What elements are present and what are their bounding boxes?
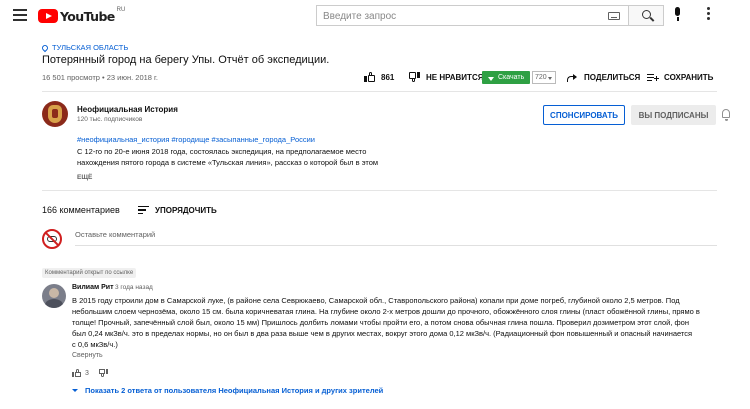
like-count: 861 xyxy=(381,72,395,82)
comment-text-line: был 0,24 мкЗв/ч. это в пределах нормы, н… xyxy=(72,329,693,338)
subscriber-count: 120 тыс. подписчиков xyxy=(77,116,143,123)
location-label: ТУЛЬСКАЯ ОБЛАСТЬ xyxy=(52,43,129,52)
comment-text-line: толще! Прочный, запечённый слой был, око… xyxy=(72,318,689,327)
menu-icon[interactable] xyxy=(13,9,27,21)
youtube-logo[interactable]: YouTube RU xyxy=(38,7,126,24)
share-label: ПОДЕЛИТЬСЯ xyxy=(584,72,641,82)
bell-icon[interactable] xyxy=(722,109,730,121)
save-label: СОХРАНИТЬ xyxy=(664,72,714,82)
download-label: Скачать xyxy=(498,74,525,81)
channel-name[interactable]: Неофициальная История xyxy=(77,105,178,114)
thumbs-up-icon xyxy=(72,369,81,377)
comment-author[interactable]: Вилиам Рит xyxy=(72,284,114,291)
comments-count: 166 комментариев xyxy=(42,205,120,215)
logo-text: YouTube xyxy=(60,8,115,24)
collapse-comment-button[interactable]: Свернуть xyxy=(72,352,103,359)
search-input[interactable] xyxy=(317,7,597,26)
download-arrow-icon xyxy=(488,76,494,81)
commenter-avatar[interactable] xyxy=(42,284,66,308)
thumbs-down-icon xyxy=(409,72,420,82)
search-box xyxy=(316,5,628,26)
share-button[interactable]: ПОДЕЛИТЬСЯ xyxy=(566,69,640,85)
like-button[interactable]: 861 xyxy=(364,69,394,85)
share-icon xyxy=(566,72,578,82)
sort-icon xyxy=(138,206,149,214)
video-meta: 16 501 просмотр • 23 июн. 2018 г. xyxy=(42,73,158,82)
microphone-icon xyxy=(675,7,680,21)
video-location[interactable]: ТУЛЬСКАЯ ОБЛАСТЬ xyxy=(40,43,129,52)
show-replies-button[interactable]: Показать 2 ответа от пользователя Неофиц… xyxy=(72,384,383,396)
hashtags[interactable]: #неофициальная_история #городище #засыпа… xyxy=(77,135,315,144)
description-line: нахождения пятого города в системе «Туль… xyxy=(77,158,379,167)
add-comment-input[interactable]: Оставьте комментарий xyxy=(75,230,155,239)
highlighted-comment-badge: Комментарий открыт по ссылке xyxy=(42,268,137,278)
location-pin-icon xyxy=(40,43,50,52)
quality-select[interactable]: 720 xyxy=(532,71,556,84)
more-options-icon[interactable] xyxy=(703,7,713,25)
channel-avatar[interactable] xyxy=(42,101,68,127)
divider xyxy=(42,190,717,191)
comment-text-line: небольшим слоем чернозёма, около 15 см. … xyxy=(72,307,700,316)
comment-like-button[interactable]: 3 xyxy=(72,367,112,379)
subscribed-button[interactable]: ВЫ ПОДПИСАНЫ xyxy=(631,105,716,125)
download-button[interactable]: Скачать xyxy=(482,71,530,84)
search-icon xyxy=(642,10,651,19)
logo-region: RU xyxy=(116,7,126,13)
play-logo-icon xyxy=(38,9,58,23)
comment-text-line: с 0,6 мкЗв/ч.) xyxy=(72,340,118,349)
add-comment-underline xyxy=(75,245,717,246)
sort-label: УПОРЯДОЧИТЬ xyxy=(155,205,217,215)
playlist-add-icon xyxy=(647,72,659,82)
user-avatar xyxy=(42,229,62,249)
voice-search-button[interactable] xyxy=(670,6,686,24)
save-button[interactable]: СОХРАНИТЬ xyxy=(647,69,713,85)
thumbs-up-icon xyxy=(364,72,375,82)
comment-like-count: 3 xyxy=(85,369,89,377)
sort-button[interactable]: УПОРЯДОЧИТЬ xyxy=(138,203,217,217)
comment-time[interactable]: 3 года назад xyxy=(115,284,153,291)
keyboard-icon[interactable] xyxy=(608,12,620,20)
dislike-label: НЕ НРАВИТСЯ xyxy=(426,72,484,82)
video-title: Потерянный город на берегу Упы. Отчёт об… xyxy=(42,54,330,66)
thumbs-down-icon[interactable] xyxy=(98,369,108,377)
description-line: С 12-го по 20-е июня 2018 года, состояла… xyxy=(77,147,367,156)
show-more-button[interactable]: ЕЩЁ xyxy=(77,174,92,181)
dislike-button[interactable]: НЕ НРАВИТСЯ xyxy=(409,69,483,85)
sponsor-button[interactable]: СПОНСИРОВАТЬ xyxy=(543,105,625,125)
divider xyxy=(42,91,717,92)
chevron-down-icon xyxy=(72,388,78,392)
search-button[interactable] xyxy=(628,5,664,26)
comment-text-line: В 2015 году строили дом в Самарской луке… xyxy=(72,296,680,305)
masthead: YouTube RU xyxy=(0,0,750,32)
show-replies-label: Показать 2 ответа от пользователя Неофиц… xyxy=(85,385,384,395)
